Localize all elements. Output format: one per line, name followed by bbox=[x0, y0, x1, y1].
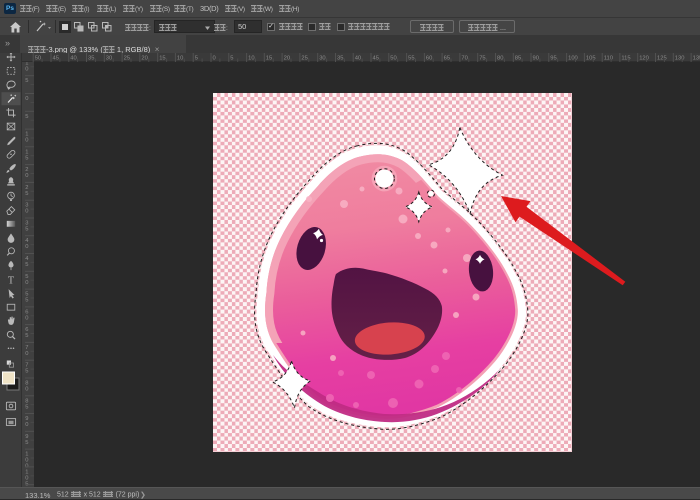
svg-text:5: 5 bbox=[25, 298, 28, 304]
svg-text:45: 45 bbox=[53, 56, 59, 62]
svg-text:25: 25 bbox=[301, 56, 307, 62]
svg-text:5: 5 bbox=[25, 114, 28, 120]
svg-text:45: 45 bbox=[373, 56, 379, 62]
svg-text:5: 5 bbox=[25, 191, 28, 197]
svg-text:35: 35 bbox=[88, 56, 94, 62]
svg-text:15: 15 bbox=[266, 56, 272, 62]
svg-text:0: 0 bbox=[25, 173, 28, 179]
svg-text:70: 70 bbox=[461, 56, 467, 62]
svg-text:35: 35 bbox=[337, 56, 343, 62]
svg-text:60: 60 bbox=[426, 56, 432, 62]
svg-text:85: 85 bbox=[515, 56, 521, 62]
svg-text:5: 5 bbox=[25, 262, 28, 268]
svg-text:5: 5 bbox=[25, 333, 28, 339]
svg-text:0: 0 bbox=[25, 422, 28, 428]
svg-text:5: 5 bbox=[230, 56, 233, 62]
svg-text:25: 25 bbox=[124, 56, 130, 62]
svg-text:90: 90 bbox=[533, 56, 539, 62]
svg-text:30: 30 bbox=[319, 56, 325, 62]
svg-text:10: 10 bbox=[248, 56, 254, 62]
svg-text:40: 40 bbox=[355, 56, 361, 62]
svg-text:5: 5 bbox=[25, 404, 28, 410]
svg-text:5: 5 bbox=[25, 369, 28, 375]
svg-text:80: 80 bbox=[497, 56, 503, 62]
svg-text:125: 125 bbox=[657, 56, 667, 62]
svg-text:30: 30 bbox=[106, 56, 112, 62]
svg-text:15: 15 bbox=[159, 56, 165, 62]
svg-text:20: 20 bbox=[284, 56, 290, 62]
svg-text:20: 20 bbox=[141, 56, 147, 62]
svg-text:0: 0 bbox=[25, 66, 28, 72]
svg-text:5: 5 bbox=[25, 227, 28, 233]
svg-text:75: 75 bbox=[479, 56, 485, 62]
svg-text:5: 5 bbox=[25, 155, 28, 161]
svg-text:0: 0 bbox=[25, 387, 28, 393]
svg-text:5: 5 bbox=[25, 78, 28, 84]
svg-text:55: 55 bbox=[408, 56, 414, 62]
svg-text:0: 0 bbox=[25, 280, 28, 286]
svg-text:40: 40 bbox=[70, 56, 76, 62]
svg-text:0: 0 bbox=[213, 56, 216, 62]
svg-text:130: 130 bbox=[675, 56, 685, 62]
svg-text:T: T bbox=[8, 276, 14, 287]
svg-text:50: 50 bbox=[390, 56, 396, 62]
svg-text:5: 5 bbox=[195, 56, 198, 62]
svg-text:0: 0 bbox=[25, 315, 28, 321]
svg-text:120: 120 bbox=[639, 56, 649, 62]
svg-text:0: 0 bbox=[25, 244, 28, 250]
svg-text:135: 135 bbox=[693, 56, 700, 62]
svg-text:100: 100 bbox=[568, 56, 578, 62]
svg-text:0: 0 bbox=[25, 138, 28, 144]
svg-text:0: 0 bbox=[25, 209, 28, 215]
svg-text:95: 95 bbox=[550, 56, 556, 62]
svg-text:105: 105 bbox=[586, 56, 596, 62]
svg-text:65: 65 bbox=[444, 56, 450, 62]
svg-text:0: 0 bbox=[25, 351, 28, 357]
svg-text:5: 5 bbox=[25, 440, 28, 446]
svg-text:50: 50 bbox=[35, 56, 41, 62]
svg-text:10: 10 bbox=[177, 56, 183, 62]
svg-text:0: 0 bbox=[25, 96, 28, 102]
